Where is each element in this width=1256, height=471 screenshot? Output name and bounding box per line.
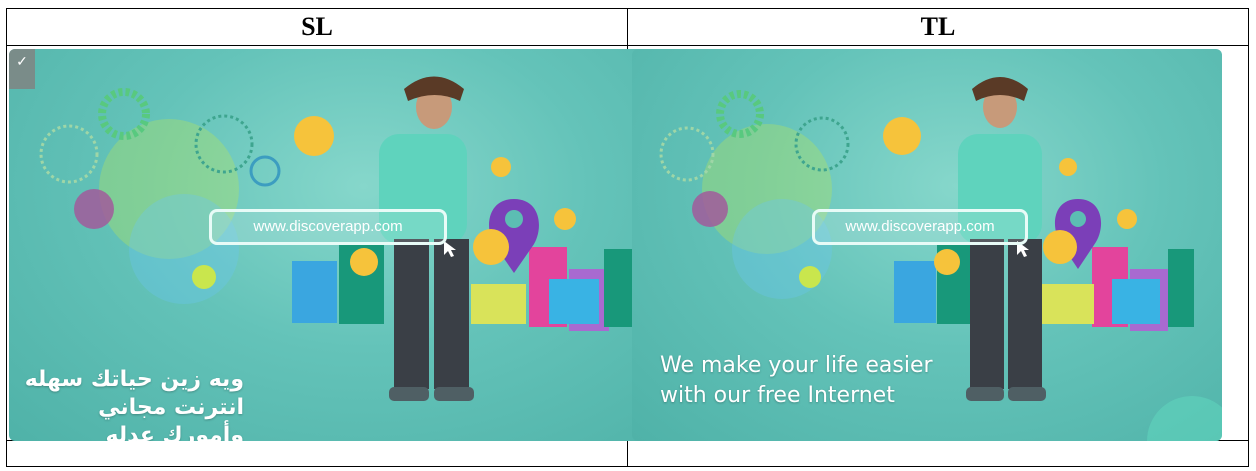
gear-decoration-icon (192, 265, 216, 289)
gear-decoration-icon (74, 189, 114, 229)
url-box: www.discoverapp.com (209, 209, 447, 245)
surprised-emoji-icon (473, 229, 509, 265)
grinning-emoji-icon (350, 248, 378, 276)
person-jeans-right (1008, 239, 1042, 389)
gear-decoration-icon (249, 155, 281, 187)
gear-decoration-icon (716, 90, 764, 138)
sl-image-cell: ✓ www.discoverapp.com ويه زين حياتك سهله… (6, 45, 654, 441)
building-blue (894, 261, 936, 323)
header-sl: SL (6, 8, 628, 46)
gear-decoration-icon (692, 191, 728, 227)
tagline-line-2: انترنت مجاني وأمورك عدله (98, 395, 244, 441)
comparison-table: SL TL ✓ www.discoverapp.com ويه زين حيات… (6, 8, 1249, 467)
tl-empty-cell (627, 440, 1249, 467)
url-box: www.discoverapp.com (812, 209, 1028, 245)
person-jeans-left (394, 239, 429, 389)
grinning-emoji-icon (934, 249, 960, 275)
emoji-small-icon (554, 208, 576, 230)
heart-eyes-emoji-icon (883, 117, 921, 155)
building-blue-2 (1112, 279, 1160, 324)
sl-ad-image: ✓ www.discoverapp.com ويه زين حياتك سهله… (9, 49, 654, 441)
building-yellow (471, 284, 526, 324)
tagline-line-1: We make your life easier (660, 353, 933, 378)
person-jeans-right (434, 239, 469, 389)
gear-decoration-icon (98, 88, 150, 140)
gear-decoration-icon (39, 124, 99, 184)
tl-image-cell: www.discoverapp.com We make your life ea… (627, 45, 1249, 441)
building-yellow (1042, 284, 1094, 324)
tl-ad-image: www.discoverapp.com We make your life ea… (632, 49, 1222, 441)
header-tl: TL (627, 8, 1249, 46)
gear-decoration-icon (659, 126, 715, 182)
english-tagline: We make your life easier with our free I… (660, 351, 980, 411)
emoji-small-icon (1059, 158, 1077, 176)
sl-empty-cell (6, 440, 628, 467)
tagline-line-2: with our free Internet (660, 383, 895, 408)
arabic-tagline: ويه زين حياتك سهله انترنت مجاني وأمورك ع… (24, 366, 244, 441)
heart-eyes-emoji-icon (294, 116, 334, 156)
surprised-emoji-icon (1043, 230, 1077, 264)
building-blue (292, 261, 337, 323)
emoji-small-icon (491, 157, 511, 177)
gear-decoration-icon (799, 266, 821, 288)
building-blue-2 (549, 279, 599, 324)
emoji-small-icon (1117, 209, 1137, 229)
floating-button-icon (1147, 396, 1222, 441)
building-teal-2 (1168, 249, 1194, 327)
tagline-line-1: ويه زين حياتك سهله (24, 367, 244, 392)
